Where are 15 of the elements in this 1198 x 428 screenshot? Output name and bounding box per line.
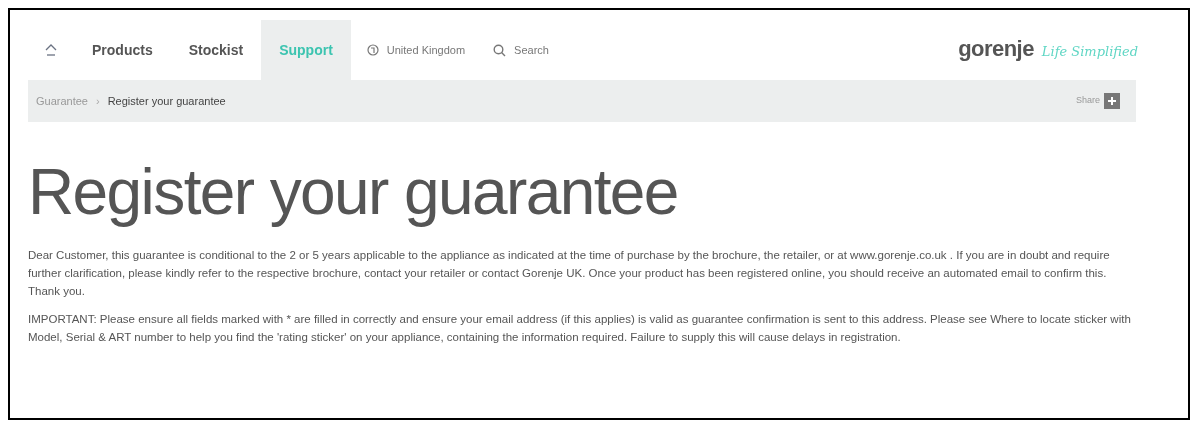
search-button[interactable]: Search: [481, 20, 561, 80]
breadcrumb-separator: ›: [96, 93, 100, 109]
body-paragraph: Dear Customer, this guarantee is conditional to the 2 or 5 years applicable to the appliance as indicated at the time of purchase by the brochure, the retailer, or at www.gorenje.co.uk . If you are in doubt and require further clarification, please kindly refer to the respective brochure, contact your retailer or contact Gorenje UK. Once your product has been registered online, you should receive an automated email to confirm this. Thank you.: [28, 248, 1111, 299]
brand-logo: gorenje: [958, 35, 1034, 63]
breadcrumb-link[interactable]: Guarantee: [36, 92, 88, 110]
nav-tab[interactable]: Products: [74, 20, 171, 80]
globe-icon: [366, 44, 379, 56]
share-button[interactable]: Share: [1075, 93, 1120, 109]
region-selector[interactable]: United Kingdom: [350, 20, 482, 80]
plus-icon: [1104, 93, 1120, 109]
search-icon: [493, 43, 507, 57]
breadcrumb-link[interactable]: Register your guarantee: [107, 92, 226, 110]
body-paragraph: IMPORTANT: Please ensure all fields marked with * are filled in correctly and ensure your email address (if this applies) is valid as guarantee confirmation is sent to this address. Please see Where to locate sticker with Model, Serial & ART number to help you find the 'rating sticker' on your appliance, containing the information required. Failure to supply this will cause delays in registration.: [28, 312, 1132, 345]
nav-tab[interactable]: Stockist: [170, 20, 262, 80]
tagline: Life Simplified: [1041, 43, 1138, 61]
